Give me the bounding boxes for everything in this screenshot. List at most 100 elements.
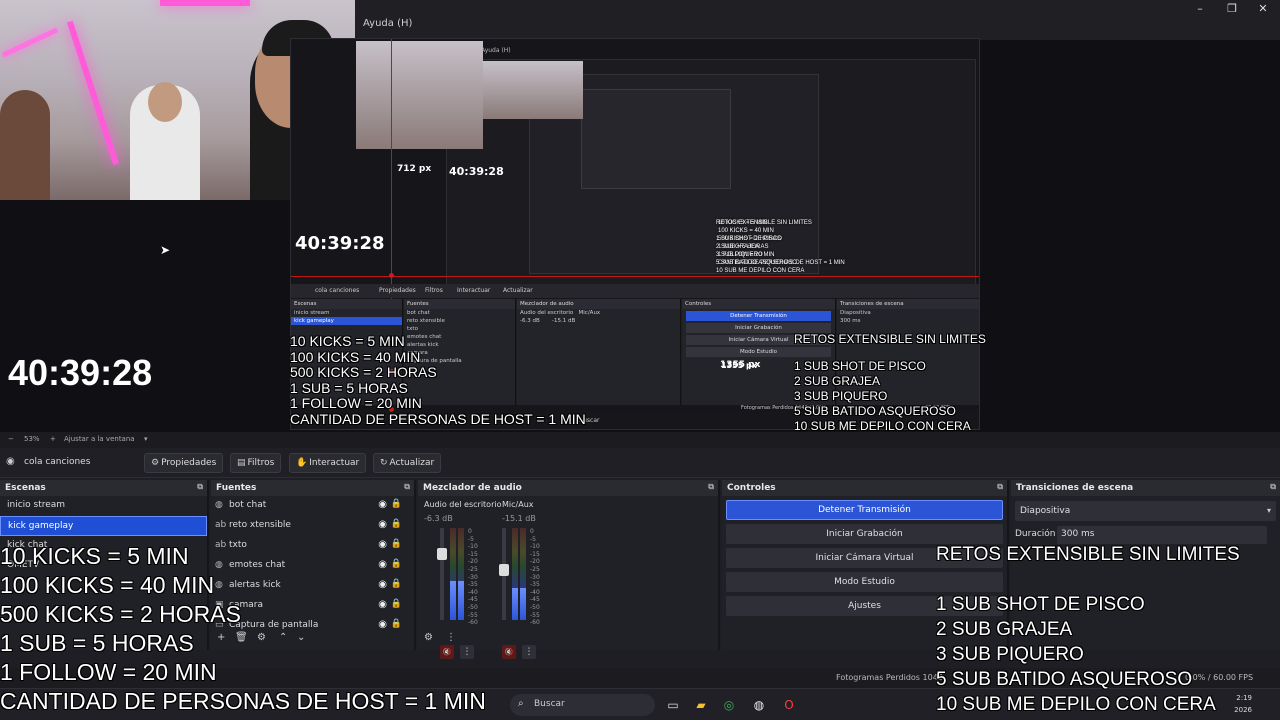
person-left [0, 90, 50, 200]
task-view-icon[interactable]: ▭ [664, 696, 682, 714]
mixer-title: Mezclador de audio [423, 483, 522, 493]
lock-icon[interactable]: 🔒 [391, 519, 402, 529]
transitions-title: Transiciones de escena [1016, 483, 1134, 493]
lock-icon[interactable]: 🔒 [391, 579, 402, 589]
zoom-in-button[interactable]: + [50, 435, 56, 443]
source-item[interactable]: ab txto ◉ 🔒 [211, 536, 414, 556]
fader-knob[interactable] [437, 548, 447, 560]
dock-float-icon[interactable]: ⧉ [997, 482, 1003, 492]
move-down-icon[interactable]: ⌄ [297, 632, 305, 643]
chrome-icon[interactable]: ◎ [720, 696, 738, 714]
lock-icon[interactable]: 🔒 [391, 499, 402, 509]
obs-studio-window: Ayuda (H) – ❐ ✕ Ayuda (H) 712 px 40:39:2… [0, 0, 1280, 720]
nested-overlay-line: RETOS EXTENSIBLE SIN LIMITES [716, 220, 812, 226]
sources-footer: + 🗑 ⚙ ⌃ ⌄ [211, 628, 414, 650]
source-item[interactable]: ◍ emotes chat ◉ 🔒 [211, 556, 414, 576]
source-item[interactable]: ab reto xtensible ◉ 🔒 [211, 516, 414, 536]
level-meter [520, 528, 526, 620]
add-source-icon[interactable]: + [217, 632, 225, 643]
properties-label: Propiedades [161, 458, 217, 468]
scene-item[interactable]: inicio stream [0, 496, 207, 516]
volume-fader[interactable] [437, 528, 447, 620]
transitions-dock-header: Transiciones de escena ⧉ [1011, 480, 1280, 496]
zoom-dropdown-icon[interactable]: ▾ [144, 435, 148, 443]
taskbar-search[interactable]: ⌕ Buscar [510, 694, 655, 716]
lock-icon[interactable]: 🔒 [391, 599, 402, 609]
mixer-settings-icon[interactable]: ⚙ [424, 632, 433, 643]
db-tick: -30 [530, 573, 540, 581]
db-scale: 0 -5 -10 -15 -20 -25 -30 -35 -40 -45 -50 -55 -60 [468, 528, 478, 627]
stream-timer: 40:39:28 [8, 352, 153, 393]
visibility-eye-icon[interactable]: ◉ [378, 539, 387, 550]
scene-item[interactable]: kick chat [0, 536, 207, 556]
window-title: Ayuda (H) [363, 18, 413, 29]
zoom-out-button[interactable]: − [8, 435, 14, 443]
db-tick: -5 [530, 535, 536, 543]
visibility-eye-icon[interactable]: ◉ [378, 599, 387, 610]
nested-overlay-line: 3 SUB PIQUERO [716, 252, 763, 258]
dock-float-icon[interactable]: ⧉ [404, 482, 410, 492]
dock-float-icon[interactable]: ⧉ [708, 482, 714, 492]
db-tick: -50 [468, 603, 478, 611]
red-marker [389, 369, 394, 374]
volume-fader[interactable] [499, 528, 509, 620]
level-fill [512, 588, 518, 620]
scene-item-selected[interactable]: kick gameplay [0, 516, 207, 536]
source-properties-icon[interactable]: ⚙ [257, 632, 266, 643]
nested-mixer-title: Mezclador de audio [517, 299, 680, 309]
close-icon[interactable]: ✕ [1253, 2, 1273, 16]
studio-mode-button[interactable]: Modo Estudio [726, 572, 1003, 592]
globe-icon: ◍ [215, 580, 223, 590]
windows-taskbar: ⌕ Buscar ▭ ▰ ◎ ◍ O 2:19 2026 [0, 688, 1280, 720]
program-preview[interactable]: Ayuda (H) – ❐ ✕ Ayuda (H) 712 px 40:39:2… [0, 0, 1280, 432]
lock-icon[interactable]: 🔒 [391, 539, 402, 549]
duration-input[interactable]: 300 ms [1057, 526, 1267, 544]
dock-float-icon[interactable]: ⧉ [1270, 482, 1276, 492]
chevron-down-icon: ▾ [1266, 506, 1271, 515]
transition-type: Diapositiva [1020, 506, 1071, 516]
nested-screen-3 [581, 89, 731, 189]
settings-button[interactable]: Ajustes [726, 596, 1003, 616]
remove-source-icon[interactable]: 🗑 [235, 632, 248, 643]
stop-streaming-button[interactable]: Detener Transmisión [726, 500, 1003, 520]
lock-icon[interactable]: 🔒 [391, 559, 402, 569]
obs-icon[interactable]: ◍ [750, 696, 768, 714]
mixer-menu-icon[interactable]: ⋮ [446, 632, 456, 643]
transition-select[interactable]: Diapositiva ▾ [1015, 501, 1276, 521]
db-tick: -15 [468, 550, 478, 558]
file-explorer-icon[interactable]: ▰ [692, 696, 710, 714]
source-item[interactable]: ▣ camara ◉ 🔒 [211, 596, 414, 616]
start-recording-button[interactable]: Iniciar Grabación [726, 524, 1003, 544]
minimize-icon[interactable]: – [1190, 2, 1210, 16]
scene-item[interactable]: OMETV [0, 556, 207, 576]
properties-button[interactable]: ⚙ Propiedades [144, 453, 224, 473]
sources-title: Fuentes [216, 483, 257, 493]
level-fill [450, 581, 456, 620]
nested-control-btn: Modo Estudio [686, 347, 831, 357]
filter-icon: ▤ [237, 458, 246, 468]
source-item[interactable]: ◍ alertas kick ◉ 🔒 [211, 576, 414, 596]
globe-icon: ◍ [215, 500, 223, 510]
start-virtual-camera-button[interactable]: Iniciar Cámara Virtual [726, 548, 1003, 568]
db-tick: -40 [468, 588, 478, 596]
move-up-icon[interactable]: ⌃ [279, 632, 287, 643]
fit-to-window-button[interactable]: Ajustar a la ventana [64, 435, 135, 443]
maximize-icon[interactable]: ❐ [1222, 2, 1242, 16]
visibility-eye-icon[interactable]: ◉ [378, 519, 387, 530]
nested-title: Ayuda (H) [481, 47, 511, 54]
fader-knob[interactable] [499, 564, 509, 576]
refresh-button[interactable]: ↻ Actualizar [373, 453, 442, 473]
visibility-eye-icon[interactable]: ◉ [378, 579, 387, 590]
visibility-eye-icon[interactable]: ◉ [378, 499, 387, 510]
visibility-eye-icon[interactable]: ◉ [378, 559, 387, 570]
source-item[interactable]: ◍ bot chat ◉ 🔒 [211, 496, 414, 516]
filters-button[interactable]: ▤ Filtros [230, 453, 282, 473]
opera-icon[interactable]: O [780, 696, 798, 714]
dock-float-icon[interactable]: ⧉ [197, 482, 203, 492]
nested-timer: 40:39:28 [295, 233, 385, 254]
interact-label: Interactuar [309, 458, 360, 468]
interact-button[interactable]: ✋ Interactuar [289, 453, 367, 473]
source-name: alertas kick [229, 580, 281, 590]
nested-control-btn: Detener Transmisión [686, 311, 831, 321]
